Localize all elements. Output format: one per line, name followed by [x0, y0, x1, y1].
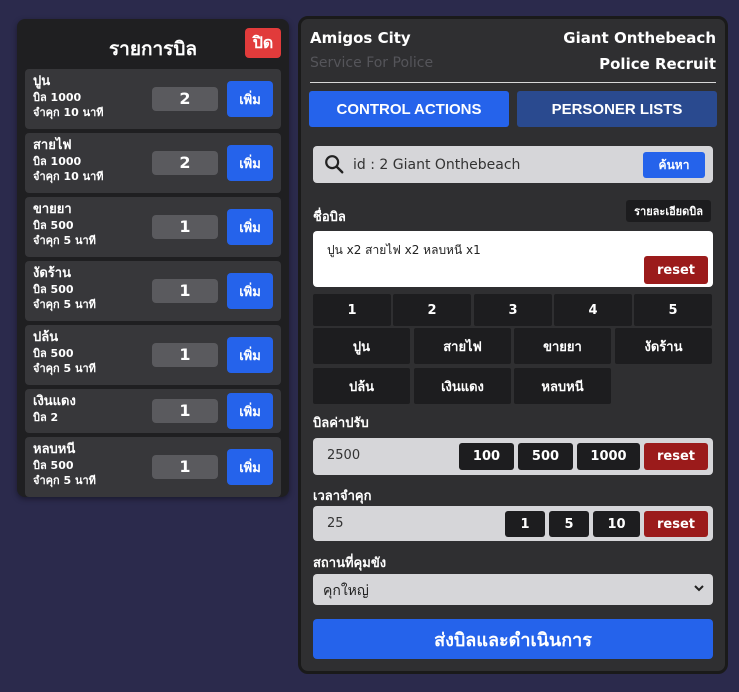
- bill-item-quantity[interactable]: 1: [152, 399, 218, 423]
- add-button[interactable]: เพิ่ม: [227, 273, 273, 309]
- search-bar: ค้นหา: [313, 146, 713, 183]
- bill-item-quantity[interactable]: 1: [152, 455, 218, 479]
- search-input[interactable]: [353, 146, 633, 183]
- search-icon: [325, 155, 344, 174]
- jail-time-input[interactable]: 25 1 5 10 reset: [313, 506, 713, 541]
- org-name: Amigos City: [310, 29, 411, 47]
- tab-personer-lists[interactable]: PERSONER LISTS: [517, 91, 717, 127]
- fine-input[interactable]: 2500 100 500 1000 reset: [313, 438, 713, 475]
- bill-item-quantity[interactable]: 1: [152, 343, 218, 367]
- add-button[interactable]: เพิ่ม: [227, 337, 273, 373]
- fine-preset-100[interactable]: 100: [459, 443, 514, 470]
- prison-label: สถานที่คุมขัง: [313, 556, 387, 571]
- number-button-5[interactable]: 5: [634, 294, 712, 326]
- add-button[interactable]: เพิ่ม: [227, 209, 273, 245]
- category-button-escape[interactable]: หลบหนี: [514, 368, 611, 404]
- fine-preset-500[interactable]: 500: [518, 443, 573, 470]
- bill-item-robbery: ปล้น บิล 500 จำคุก 5 นาที 1 เพิ่ม: [25, 325, 281, 385]
- bill-list-title: รายการบิล: [108, 38, 198, 60]
- bill-item-quantity[interactable]: 1: [152, 215, 218, 239]
- category-button-cement[interactable]: ปูน: [313, 328, 410, 364]
- jail-preset-1[interactable]: 1: [505, 511, 545, 537]
- officer-role: Police Recruit: [599, 55, 716, 73]
- officer-name: Giant Onthebeach: [563, 29, 716, 47]
- bill-item-shop-break-in: งัดร้าน บิล 500 จำคุก 5 นาที 1 เพิ่ม: [25, 261, 281, 321]
- number-button-4[interactable]: 4: [554, 294, 632, 326]
- bill-item-drug-selling: ขายยา บิล 500 จำคุก 5 นาที 1 เพิ่ม: [25, 197, 281, 257]
- fine-label: บิลค่าปรับ: [313, 416, 369, 431]
- bill-item-dirty-money: เงินแดง บิล 2 1 เพิ่ม: [25, 389, 281, 433]
- add-button[interactable]: เพิ่ม: [227, 449, 273, 485]
- category-button-wire[interactable]: สายไฟ: [414, 328, 511, 364]
- add-button[interactable]: เพิ่ม: [227, 81, 273, 117]
- jail-time-label: เวลาจำคุก: [313, 489, 372, 504]
- number-button-1[interactable]: 1: [313, 294, 391, 326]
- chevron-down-icon: [694, 585, 704, 592]
- bill-reset-button[interactable]: reset: [644, 256, 708, 284]
- control-panel: Amigos City Service For Police Giant Ont…: [298, 16, 728, 674]
- add-button[interactable]: เพิ่ม: [227, 145, 273, 181]
- fine-reset-button[interactable]: reset: [644, 443, 708, 470]
- jail-preset-10[interactable]: 10: [593, 511, 640, 537]
- prison-selected-value: คุกใหญ่: [323, 583, 369, 599]
- jail-reset-button[interactable]: reset: [644, 511, 708, 537]
- fine-value: 2500: [327, 448, 361, 463]
- prison-select[interactable]: คุกใหญ่: [313, 574, 713, 605]
- bill-item-escape: หลบหนี บิล 500 จำคุก 5 นาที 1 เพิ่ม: [25, 437, 281, 497]
- category-button-dirty-money[interactable]: เงินแดง: [414, 368, 511, 404]
- category-button-shop-break-in[interactable]: งัดร้าน: [615, 328, 712, 364]
- bill-detail-button[interactable]: รายละเอียดบิล: [626, 200, 711, 222]
- org-subtitle: Service For Police: [310, 55, 434, 71]
- category-button-robbery[interactable]: ปล้น: [313, 368, 410, 404]
- bill-item-quantity[interactable]: 1: [152, 279, 218, 303]
- bill-list-panel: รายการบิล ปิด ปูน บิล 1000 จำคุก 10 นาที…: [17, 19, 289, 497]
- category-button-drug-selling[interactable]: ขายยา: [514, 328, 611, 364]
- header-divider: [310, 82, 716, 83]
- bill-item-wire: สายไฟ บิล 1000 จำคุก 10 นาที 2 เพิ่ม: [25, 133, 281, 193]
- bill-item-cement: ปูน บิล 1000 จำคุก 10 นาที 2 เพิ่ม: [25, 69, 281, 129]
- add-button[interactable]: เพิ่ม: [227, 393, 273, 429]
- close-button[interactable]: ปิด: [245, 28, 281, 58]
- jail-preset-5[interactable]: 5: [549, 511, 589, 537]
- number-button-2[interactable]: 2: [393, 294, 471, 326]
- number-button-3[interactable]: 3: [474, 294, 552, 326]
- bill-item-quantity[interactable]: 2: [152, 151, 218, 175]
- bill-list-header: รายการบิล ปิด: [25, 26, 281, 69]
- fine-preset-1000[interactable]: 1000: [577, 443, 640, 470]
- tab-control-actions[interactable]: CONTROL ACTIONS: [309, 91, 509, 127]
- bill-item-quantity[interactable]: 2: [152, 87, 218, 111]
- bill-text-value: ปูน x2 สายไฟ x2 หลบหนี x1: [327, 243, 481, 257]
- jail-time-value: 25: [327, 516, 344, 531]
- submit-bill-button[interactable]: ส่งบิลและดำเนินการ: [313, 619, 713, 659]
- search-button[interactable]: ค้นหา: [643, 152, 705, 178]
- bill-name-label: ชื่อบิล: [313, 210, 346, 225]
